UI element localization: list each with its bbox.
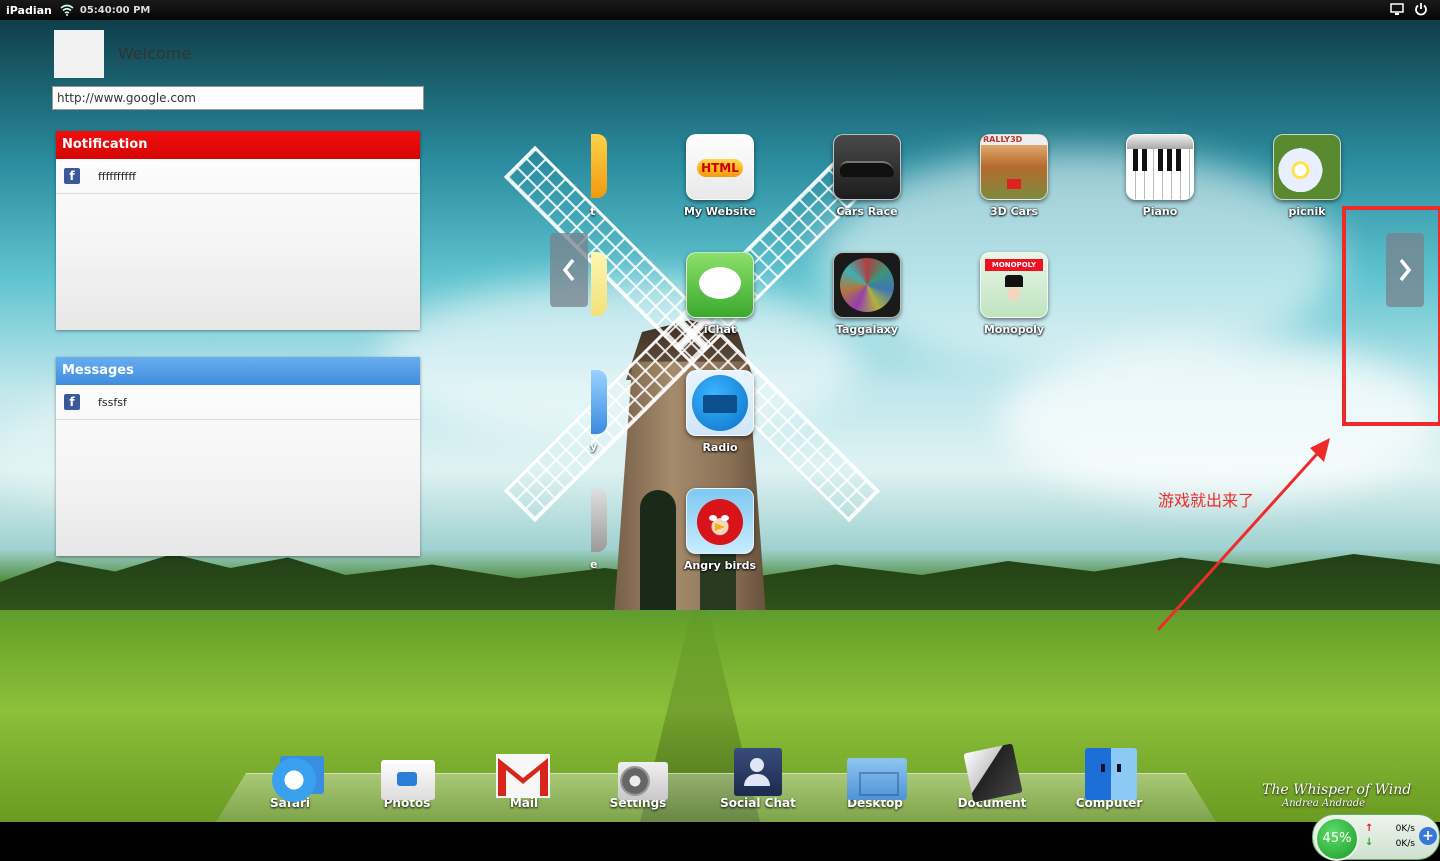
top-status-bar: iPadian 05:40:00 PM bbox=[0, 0, 1440, 20]
app-angry-birds[interactable]: Angry birds bbox=[665, 488, 775, 572]
piano-icon bbox=[1126, 134, 1194, 200]
galaxy-sphere-icon bbox=[833, 252, 901, 318]
clock: 05:40:00 PM bbox=[79, 4, 151, 16]
highlight-box bbox=[1342, 206, 1440, 426]
contacts-book-icon bbox=[728, 744, 788, 800]
power-icon[interactable] bbox=[1414, 2, 1428, 19]
notification-panel: Notification f ffffffffff bbox=[56, 131, 420, 330]
app-cars-race[interactable]: Cars Race bbox=[812, 134, 922, 218]
app-taggalaxy[interactable]: Taggalaxy bbox=[812, 252, 922, 336]
dock-safari[interactable]: Safari bbox=[245, 744, 335, 810]
dock-mail[interactable]: Mail bbox=[479, 744, 569, 810]
dock-desktop[interactable]: Desktop bbox=[830, 744, 920, 810]
message-text: fssfsf bbox=[98, 395, 127, 409]
url-input[interactable] bbox=[52, 86, 424, 110]
facebook-icon: f bbox=[64, 394, 80, 410]
wifi-icon bbox=[60, 4, 74, 16]
app-radio[interactable]: Radio bbox=[665, 370, 775, 454]
partial-label: t bbox=[590, 205, 596, 218]
app-ichat[interactable]: iChat bbox=[665, 252, 775, 336]
document-box-icon bbox=[962, 743, 1023, 803]
partial-label: y bbox=[590, 440, 598, 453]
radio-icon bbox=[686, 370, 754, 436]
notification-text: ffffffffff bbox=[98, 169, 136, 183]
welcome-text: Welcome bbox=[118, 44, 192, 63]
system-monitor-widget[interactable]: 45% ↑ ↓ 0K/s 0K/s + bbox=[1312, 814, 1440, 861]
partial-app-icon[interactable] bbox=[591, 252, 607, 316]
dock-computer[interactable]: Computer bbox=[1064, 744, 1154, 810]
messages-header: Messages bbox=[56, 357, 420, 385]
partial-app-icon[interactable] bbox=[591, 488, 607, 552]
html-icon: HTML bbox=[686, 134, 754, 200]
camera-folder-icon bbox=[377, 744, 437, 800]
app-brand: iPadian bbox=[6, 3, 52, 17]
folder-icon bbox=[845, 744, 907, 800]
app-monopoly[interactable]: MONOPOLY Monopoly bbox=[959, 252, 1069, 336]
monopoly-man-icon: MONOPOLY bbox=[980, 252, 1048, 318]
annotation-text: 游戏就出来了 bbox=[1158, 491, 1255, 510]
race-car-icon bbox=[833, 134, 901, 200]
partial-label: e bbox=[590, 558, 598, 571]
upload-speed: 0K/s bbox=[1395, 824, 1415, 834]
prev-page-button[interactable] bbox=[550, 233, 588, 307]
app-piano[interactable]: Piano bbox=[1105, 134, 1215, 218]
dock-social-chat[interactable]: Social Chat bbox=[713, 744, 803, 810]
cpu-usage: 45% bbox=[1315, 817, 1359, 861]
dock-photos[interactable]: Photos bbox=[362, 744, 452, 810]
angry-bird-icon bbox=[686, 488, 754, 554]
upload-arrow-icon: ↑ bbox=[1365, 823, 1374, 834]
notification-item[interactable]: f ffffffffff bbox=[56, 159, 420, 194]
rally-car-icon: RALLY3D bbox=[980, 134, 1048, 200]
finder-icon bbox=[1079, 744, 1139, 800]
partial-app-icon[interactable] bbox=[591, 134, 607, 198]
add-icon[interactable]: + bbox=[1419, 827, 1437, 845]
gmail-icon bbox=[494, 744, 554, 800]
download-arrow-icon: ↓ bbox=[1365, 837, 1374, 848]
bottom-bar bbox=[0, 822, 1440, 860]
messages-panel: Messages f fssfsf bbox=[56, 357, 420, 556]
download-speed: 0K/s bbox=[1395, 839, 1415, 849]
app-my-website[interactable]: HTML My Website bbox=[665, 134, 775, 218]
partial-app-icon[interactable] bbox=[591, 370, 607, 434]
message-item[interactable]: f fssfsf bbox=[56, 385, 420, 420]
notification-header: Notification bbox=[56, 131, 420, 159]
display-icon[interactable] bbox=[1390, 2, 1404, 19]
wallpaper-signature: The Whisper of Wind Andrea Andrade bbox=[1262, 782, 1412, 809]
annotation-arrow bbox=[1156, 438, 1330, 632]
dock-settings[interactable]: Settings bbox=[593, 744, 683, 810]
user-avatar[interactable] bbox=[54, 30, 104, 78]
app-3d-cars[interactable]: RALLY3D 3D Cars bbox=[959, 134, 1069, 218]
chat-bubble-icon bbox=[686, 252, 754, 318]
gear-icon bbox=[608, 744, 668, 800]
facebook-icon: f bbox=[64, 168, 80, 184]
compass-icon bbox=[260, 744, 324, 802]
dock-document[interactable]: Document bbox=[947, 743, 1037, 810]
flower-icon bbox=[1273, 134, 1341, 200]
